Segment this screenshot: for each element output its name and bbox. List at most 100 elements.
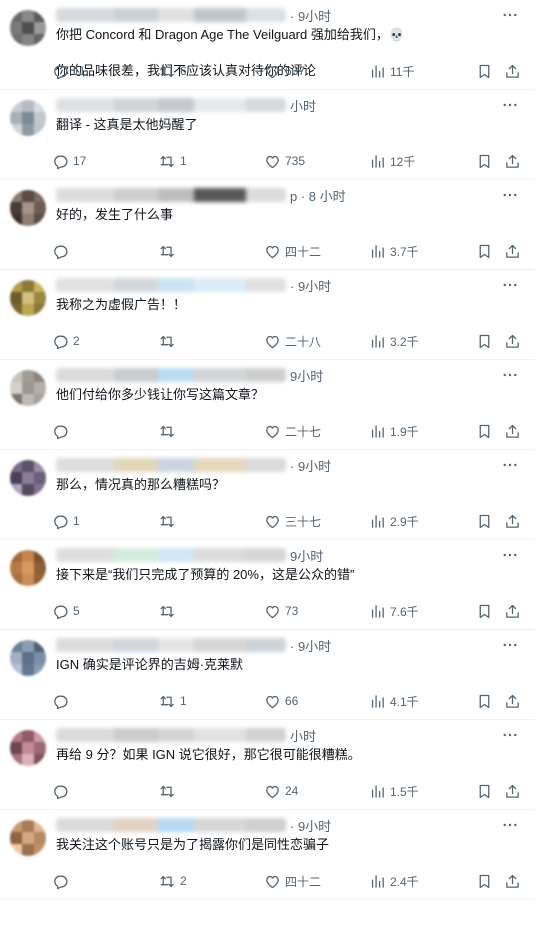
reply-tweet[interactable]: p · 8 小时 好的，发生了什么事 四十二 3.7千 [0,180,535,270]
reply-tweet[interactable]: 小时 再给 9 分？如果 IGN 说它很好，那它很可能很糟糕。 24 1.5千 [0,720,535,810]
retweet-button[interactable]: 2 [159,869,187,893]
like-button[interactable]: 二十八 [264,329,321,353]
tweet-timestamp[interactable]: 小时 [290,726,316,745]
views-button[interactable]: 1.9千 [369,419,419,443]
views-button[interactable]: 4.1千 [369,689,419,713]
bookmark-button[interactable] [476,419,493,443]
blurred-username[interactable] [56,458,286,472]
views-button[interactable]: 7.6千 [369,599,419,623]
more-icon[interactable] [501,726,519,744]
reply-button[interactable]: 5 [52,599,80,623]
blurred-username[interactable] [56,368,286,382]
avatar[interactable] [10,370,46,406]
bookmark-button[interactable] [476,59,493,83]
blurred-username[interactable] [56,638,286,652]
reply-tweet[interactable]: 9小时 接下来是“我们只完成了预算的 20%，这是公众的错” 5 73 7.6千 [0,540,535,630]
more-icon[interactable] [501,96,519,114]
avatar[interactable] [10,640,46,676]
retweet-button[interactable]: 1 [159,689,187,713]
reply-tweet[interactable]: · 9小时 我关注这个账号只是为了揭露你们是同性恋骗子 2 四十二 2.4千 [0,810,535,900]
reply-button[interactable] [52,419,73,443]
reply-tweet[interactable]: · 9小时 你把 Concord 和 Dragon Age The Veilgu… [0,0,535,90]
retweet-button[interactable] [159,239,180,263]
blurred-username[interactable] [56,818,286,832]
blurred-username[interactable] [56,8,286,22]
reply-button[interactable] [52,689,73,713]
views-button[interactable]: 3.2千 [369,329,419,353]
avatar[interactable] [10,460,46,496]
reply-tweet[interactable]: 小时 翻译 - 这真是太他妈醒了 17 1 735 12千 [0,90,535,180]
bookmark-button[interactable] [476,779,493,803]
views-button[interactable]: 11千 [369,59,414,83]
views-button[interactable]: 2.4千 [369,869,419,893]
more-icon[interactable] [501,546,519,564]
reply-button[interactable]: 1 [52,509,80,533]
blurred-username[interactable] [56,548,286,562]
more-icon[interactable] [501,366,519,384]
bookmark-button[interactable] [476,149,493,173]
tweet-timestamp[interactable]: 小时 [290,96,316,115]
views-button[interactable]: 2.9千 [369,509,419,533]
reply-tweet[interactable]: · 9小时 IGN 确实是评论界的吉姆·克莱默 1 66 4.1千 [0,630,535,720]
avatar[interactable] [10,190,46,226]
share-button[interactable] [504,779,521,803]
more-icon[interactable] [501,816,519,834]
tweet-timestamp[interactable]: p · 8 小时 [290,186,346,205]
share-button[interactable] [504,869,521,893]
tweet-timestamp[interactable]: · 9小时 [290,816,331,835]
share-button[interactable] [504,419,521,443]
bookmark-button[interactable] [476,329,493,353]
avatar[interactable] [10,280,46,316]
retweet-button[interactable] [159,779,180,803]
retweet-button[interactable] [159,329,180,353]
like-button[interactable]: 三十七 [264,509,321,533]
views-button[interactable]: 12千 [369,149,415,173]
like-button[interactable]: 66 [264,689,298,713]
reply-tweet[interactable]: · 9小时 我称之为虚假广告！！ 2 二十八 3.2千 [0,270,535,360]
share-button[interactable] [504,59,521,83]
bookmark-button[interactable] [476,869,493,893]
reply-button[interactable] [52,239,73,263]
tweet-timestamp[interactable]: · 9小时 [290,276,331,295]
more-icon[interactable] [501,276,519,294]
retweet-button[interactable]: 6 [159,59,187,83]
retweet-button[interactable] [159,509,180,533]
like-button[interactable]: 637 [264,59,305,83]
more-icon[interactable] [501,186,519,204]
retweet-button[interactable] [159,599,180,623]
retweet-button[interactable] [159,419,180,443]
views-button[interactable]: 1.5千 [369,779,419,803]
bookmark-button[interactable] [476,599,493,623]
reply-tweet[interactable]: · 9小时 那么，情况真的那么糟糕吗？ 1 三十七 2.9千 [0,450,535,540]
avatar[interactable] [10,820,46,856]
bookmark-button[interactable] [476,239,493,263]
tweet-timestamp[interactable]: · 9小时 [290,6,331,25]
tweet-timestamp[interactable]: 9小时 [290,546,323,565]
like-button[interactable]: 四十二 [264,239,321,263]
tweet-timestamp[interactable]: · 9小时 [290,636,331,655]
bookmark-button[interactable] [476,689,493,713]
avatar[interactable] [10,100,46,136]
reply-button[interactable]: 2 [52,329,80,353]
reply-button[interactable]: 11 [52,59,85,83]
blurred-username[interactable] [56,98,286,112]
more-icon[interactable] [501,636,519,654]
share-button[interactable] [504,329,521,353]
like-button[interactable]: 二十七 [264,419,321,443]
blurred-username[interactable] [56,728,286,742]
share-button[interactable] [504,599,521,623]
bookmark-button[interactable] [476,509,493,533]
blurred-username[interactable] [56,188,286,202]
avatar[interactable] [10,10,46,46]
share-button[interactable] [504,149,521,173]
reply-tweet[interactable]: 9小时 他们付给你多少钱让你写这篇文章？ 二十七 1.9千 [0,360,535,450]
tweet-timestamp[interactable]: 9小时 [290,366,323,385]
reply-button[interactable] [52,869,73,893]
views-button[interactable]: 3.7千 [369,239,419,263]
more-icon[interactable] [501,456,519,474]
retweet-button[interactable]: 1 [159,149,187,173]
share-button[interactable] [504,509,521,533]
avatar[interactable] [10,730,46,766]
like-button[interactable]: 四十二 [264,869,321,893]
tweet-timestamp[interactable]: · 9小时 [290,456,331,475]
